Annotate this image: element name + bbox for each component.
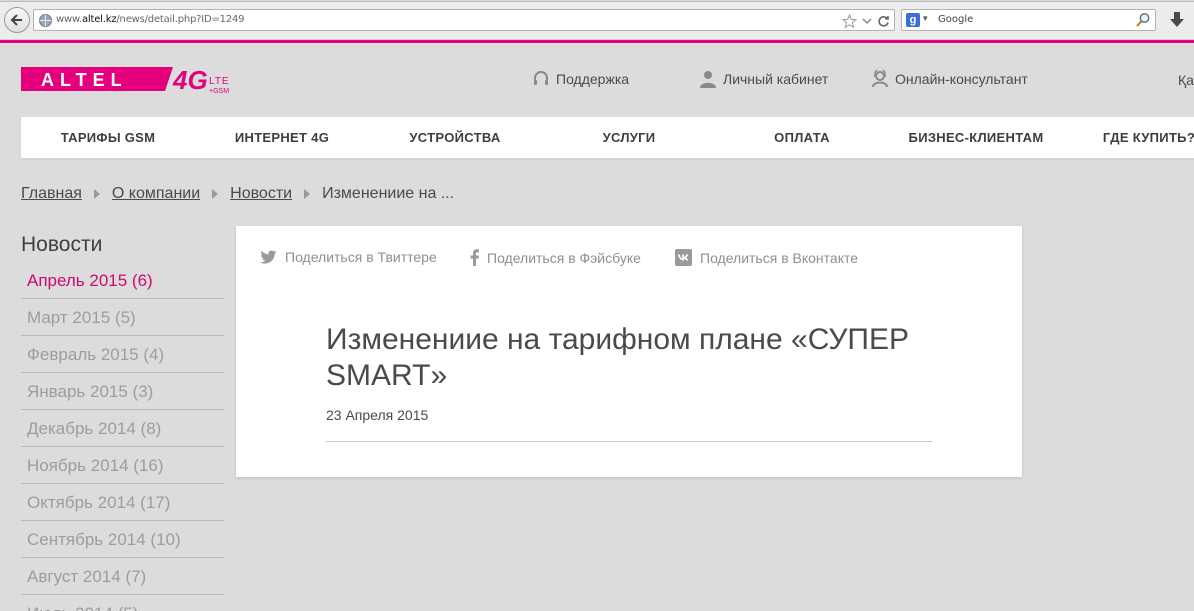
nav-where-to-buy[interactable]: ГДЕ КУПИТЬ? — [1103, 130, 1194, 145]
globe-icon — [39, 14, 52, 27]
logo-lte-text: LTE — [209, 76, 230, 87]
search-icon[interactable] — [1135, 12, 1151, 28]
share-facebook[interactable]: Поделиться в Фэйсбуке — [470, 249, 641, 266]
tab-strip — [0, 0, 1194, 2]
twitter-icon — [260, 249, 277, 264]
news-archive-list: Апрель 2015 (6) Март 2015 (5) Февраль 20… — [21, 262, 224, 611]
browser-toolbar: www.altel.kz/news/detail.php?ID=1249 g ▾… — [0, 0, 1194, 40]
nav-services[interactable]: УСЛУГИ — [603, 130, 656, 145]
support-link[interactable]: Поддержка — [532, 70, 629, 88]
headset-icon — [534, 71, 548, 85]
main-nav: ТАРИФЫ GSM ИНТЕРНЕТ 4G УСТРОЙСТВА УСЛУГИ… — [21, 117, 1194, 158]
sidebar-title: Новости — [21, 233, 103, 256]
archive-item-october-2014[interactable]: Октябрь 2014 (17) — [21, 484, 224, 521]
breadcrumb-home[interactable]: Главная — [21, 185, 82, 203]
archive-item-january-2015[interactable]: Январь 2015 (3) — [21, 373, 224, 410]
archive-item-september-2014[interactable]: Сентябрь 2014 (10) — [21, 521, 224, 558]
archive-item-december-2014[interactable]: Декабрь 2014 (8) — [21, 410, 224, 447]
breadcrumb-arrow-icon — [304, 189, 311, 199]
breadcrumb: Главная О компании Новости Изменениие на… — [21, 185, 454, 203]
share-twitter[interactable]: Поделиться в Твиттере — [260, 249, 437, 265]
article-title: Изменениие на тарифном плане «СУПЕР SMAR… — [326, 323, 910, 392]
share-facebook-label: Поделиться в Фэйсбуке — [487, 249, 641, 266]
archive-item-april-2015[interactable]: Апрель 2015 (6) — [21, 262, 224, 299]
engine-dropdown-icon[interactable]: ▾ — [923, 13, 928, 24]
archive-item-august-2014[interactable]: Август 2014 (7) — [21, 558, 224, 595]
nav-internet-4g[interactable]: ИНТЕРНЕТ 4G — [235, 130, 329, 145]
search-bar[interactable]: g ▾ Google — [901, 9, 1156, 31]
article-date: 23 Апреля 2015 — [326, 407, 429, 423]
facebook-icon — [470, 249, 479, 266]
brand-stripe — [0, 40, 1194, 43]
back-button[interactable] — [4, 7, 30, 33]
language-switch[interactable]: Қа — [1178, 72, 1194, 88]
url-text: www.altel.kz/news/detail.php?ID=1249 — [56, 14, 245, 25]
account-link[interactable]: Личный кабинет — [699, 70, 828, 88]
search-placeholder: Google — [938, 14, 974, 25]
archive-item-november-2014[interactable]: Ноябрь 2014 (16) — [21, 447, 224, 484]
online-consultant-label: Онлайн-консультант — [895, 71, 1028, 87]
logo-gsm-text: +GSM — [209, 88, 229, 95]
consultant-icon — [872, 70, 888, 88]
archive-item-february-2015[interactable]: Февраль 2015 (4) — [21, 336, 224, 373]
vk-icon — [675, 249, 692, 266]
account-label: Личный кабинет — [723, 71, 829, 87]
article-divider — [326, 441, 932, 442]
article-card: Поделиться в Твиттере Поделиться в Фэйсб… — [236, 226, 1022, 477]
download-icon[interactable] — [1166, 10, 1188, 30]
breadcrumb-arrow-icon — [212, 189, 219, 199]
breadcrumb-news[interactable]: Новости — [230, 185, 292, 203]
share-vkontakte[interactable]: Поделиться в Вконтакте — [675, 249, 858, 266]
bookmark-star-icon[interactable] — [842, 13, 857, 29]
history-dropdown-icon[interactable] — [862, 16, 872, 26]
logo-4g-text: 4G — [172, 65, 208, 95]
breadcrumb-about[interactable]: О компании — [112, 185, 200, 203]
nav-devices[interactable]: УСТРОЙСТВА — [409, 130, 500, 145]
nav-business[interactable]: БИЗНЕС-КЛИЕНТАМ — [909, 130, 1044, 145]
altel-4g-logo[interactable]: ALTEL 4G LTE +GSM — [21, 65, 246, 95]
archive-item-july-2014[interactable]: Июль 2014 (5) — [21, 595, 224, 611]
share-twitter-label: Поделиться в Твиттере — [285, 249, 437, 265]
breadcrumb-arrow-icon — [93, 189, 100, 199]
breadcrumb-current: Изменениие на ... — [322, 185, 455, 202]
user-icon — [700, 71, 716, 88]
google-search-engine-icon[interactable]: g — [906, 13, 920, 27]
archive-item-march-2015[interactable]: Март 2015 (5) — [21, 299, 224, 336]
online-consultant-link[interactable]: Онлайн-консультант — [871, 70, 1028, 88]
back-arrow-icon — [10, 14, 22, 26]
logo-text: ALTEL — [41, 70, 128, 90]
reload-icon[interactable] — [877, 15, 890, 28]
share-vkontakte-label: Поделиться в Вконтакте — [700, 249, 859, 266]
address-bar[interactable]: www.altel.kz/news/detail.php?ID=1249 — [33, 9, 895, 31]
nav-payment[interactable]: ОПЛАТА — [774, 130, 830, 145]
nav-tariffs-gsm[interactable]: ТАРИФЫ GSM — [61, 130, 156, 145]
support-label: Поддержка — [556, 71, 630, 87]
